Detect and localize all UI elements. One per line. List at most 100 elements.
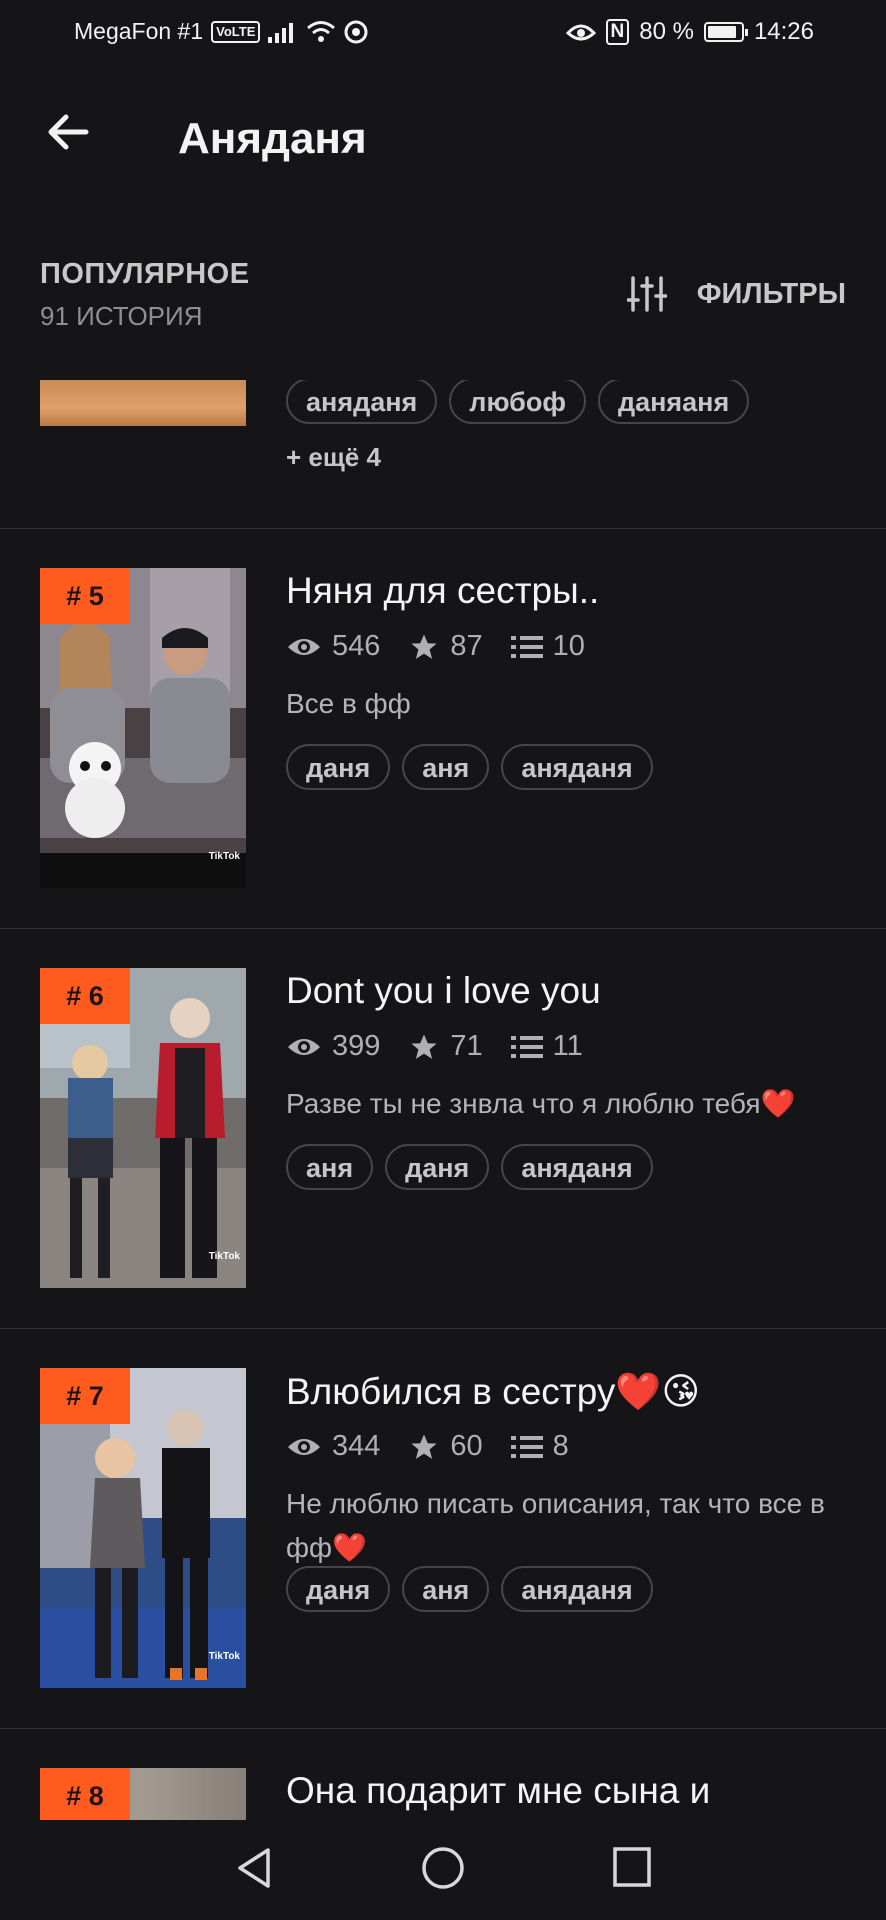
- system-nav-bar: [0, 1820, 886, 1920]
- views-count: 546: [332, 630, 381, 662]
- nav-back-icon[interactable]: [234, 1846, 274, 1890]
- story-stats: 344 60 8: [286, 1430, 569, 1463]
- divider: [0, 928, 886, 929]
- star-icon: [411, 1034, 437, 1059]
- story-cover: # 5 TikTok: [40, 568, 246, 888]
- eye-comfort-icon: [565, 24, 596, 41]
- eye-icon: [288, 1038, 320, 1055]
- rank-badge: # 5: [40, 568, 130, 624]
- tiktok-watermark: TikTok: [208, 1251, 240, 1262]
- rank-badge: # 8: [40, 1768, 130, 1820]
- nav-home-icon[interactable]: [421, 1846, 465, 1890]
- carrier-name: MegaFon #1: [74, 18, 204, 44]
- list-icon: [510, 635, 543, 658]
- battery-icon: [703, 22, 748, 42]
- story-stats: 546 87 10: [286, 630, 585, 663]
- parts-count: 11: [552, 1030, 583, 1062]
- filter-sliders-icon: [626, 276, 667, 312]
- story-title[interactable]: Няня для сестры..: [286, 570, 599, 612]
- more-tags-link[interactable]: + ещё 4: [286, 442, 381, 473]
- views-count: 344: [332, 1430, 381, 1462]
- tag-chip[interactable]: даня: [286, 1566, 391, 1612]
- rating-stat: 71: [408, 1030, 483, 1063]
- story-description: Все в фф: [286, 688, 411, 719]
- divider: [0, 1328, 886, 1329]
- story-card[interactable]: # 5 TikTok Няня для сестры.. 546 87 10 В…: [0, 568, 886, 928]
- rating-stat: 60: [408, 1430, 483, 1463]
- story-title[interactable]: Dont you i love you: [286, 970, 601, 1012]
- parts-stat: 8: [510, 1430, 569, 1463]
- status-bar-left: MegaFon #1 VoLTE: [74, 18, 368, 45]
- story-tags: аняданя любоф даняаня: [286, 380, 750, 424]
- story-cover-partial: [40, 380, 246, 426]
- story-card[interactable]: # 8 Она подарит мне сына и: [0, 1768, 886, 1820]
- story-cover: # 7 TikTok: [40, 1368, 246, 1688]
- eye-icon: [288, 1438, 320, 1455]
- views-count: 399: [332, 1030, 381, 1062]
- story-cover: # 6 TikTok: [40, 968, 246, 1288]
- divider: [0, 1728, 886, 1729]
- app-bar: Аняданя: [0, 80, 886, 190]
- filters-button[interactable]: ФИЛЬТРЫ: [626, 276, 846, 312]
- tag-chip[interactable]: аняданя: [286, 380, 438, 424]
- story-card-partial[interactable]: аняданя любоф даняаня + ещё 4: [0, 380, 886, 528]
- tag-chip[interactable]: даняаня: [597, 380, 750, 424]
- nav-recents-icon[interactable]: [612, 1846, 652, 1888]
- parts-count: 10: [552, 630, 585, 662]
- story-title[interactable]: Влюбился в сестру❤️😘: [286, 1370, 700, 1414]
- story-tags: даня аня аняданя: [286, 744, 653, 790]
- battery-percent: 80 %: [639, 18, 694, 45]
- filters-label: ФИЛЬТРЫ: [696, 277, 846, 310]
- signal-icon: [268, 22, 294, 43]
- story-list[interactable]: аняданя любоф даняаня + ещё 4 # 5 TikTok…: [0, 380, 886, 1820]
- section-header: ПОПУЛЯРНОЕ 91 ИСТОРИЯ: [40, 258, 250, 332]
- rank-badge: # 7: [40, 1368, 130, 1424]
- parts-count: 8: [552, 1430, 569, 1462]
- nfc-icon: N: [605, 19, 630, 45]
- volte-badge: VoLTE: [211, 20, 261, 43]
- story-stats: 399 71 11: [286, 1030, 583, 1063]
- story-tags: даня аня аняданя: [286, 1566, 653, 1612]
- story-cover: # 8: [40, 1768, 246, 1820]
- tag-chip[interactable]: любоф: [449, 380, 586, 424]
- rating-count: 87: [450, 630, 483, 662]
- tag-chip[interactable]: аняданя: [501, 1566, 653, 1612]
- story-count: 91 ИСТОРИЯ: [40, 301, 203, 331]
- star-icon: [411, 1434, 437, 1459]
- story-description: Разве ты не знвла что я люблю тебя❤️: [286, 1088, 796, 1119]
- list-icon: [510, 1035, 543, 1058]
- tag-chip[interactable]: даня: [286, 744, 391, 790]
- star-icon: [411, 634, 437, 659]
- story-description: Не люблю писать описания, так что все в …: [286, 1488, 825, 1563]
- rating-stat: 87: [408, 630, 483, 663]
- rating-count: 60: [450, 1430, 483, 1462]
- story-card[interactable]: # 6 TikTok Dont you i love you 399 71 11…: [0, 968, 886, 1328]
- views-stat: 546: [286, 630, 380, 663]
- tag-chip[interactable]: аняданя: [501, 744, 653, 790]
- clock: 14:26: [753, 18, 814, 45]
- story-tags: аня даня аняданя: [286, 1144, 653, 1190]
- views-stat: 344: [286, 1430, 380, 1463]
- eye-icon: [288, 638, 320, 655]
- status-bar: MegaFon #1 VoLTE N 80 % 14:26: [0, 0, 886, 68]
- back-arrow-icon[interactable]: [44, 108, 92, 156]
- tiktok-watermark: TikTok: [208, 1651, 240, 1662]
- divider: [0, 528, 886, 529]
- rating-count: 71: [450, 1030, 483, 1062]
- wifi-icon: [307, 20, 336, 42]
- page-title: Аняданя: [178, 114, 367, 163]
- tag-chip[interactable]: аня: [402, 744, 490, 790]
- rank-badge: # 6: [40, 968, 130, 1024]
- tag-chip[interactable]: даня: [385, 1144, 490, 1190]
- tag-chip[interactable]: аня: [402, 1566, 490, 1612]
- story-card[interactable]: # 7 TikTok Влюбился в сестру❤️😘 344 60 8…: [0, 1368, 886, 1768]
- chrome-icon: [344, 20, 368, 43]
- story-title[interactable]: Она подарит мне сына и: [286, 1770, 710, 1812]
- list-icon: [510, 1435, 543, 1458]
- parts-stat: 10: [510, 630, 585, 663]
- status-bar-right: N 80 % 14:26: [565, 18, 814, 46]
- tag-chip[interactable]: аня: [286, 1144, 374, 1190]
- tag-chip[interactable]: аняданя: [501, 1144, 653, 1190]
- parts-stat: 11: [510, 1030, 583, 1063]
- views-stat: 399: [286, 1030, 380, 1063]
